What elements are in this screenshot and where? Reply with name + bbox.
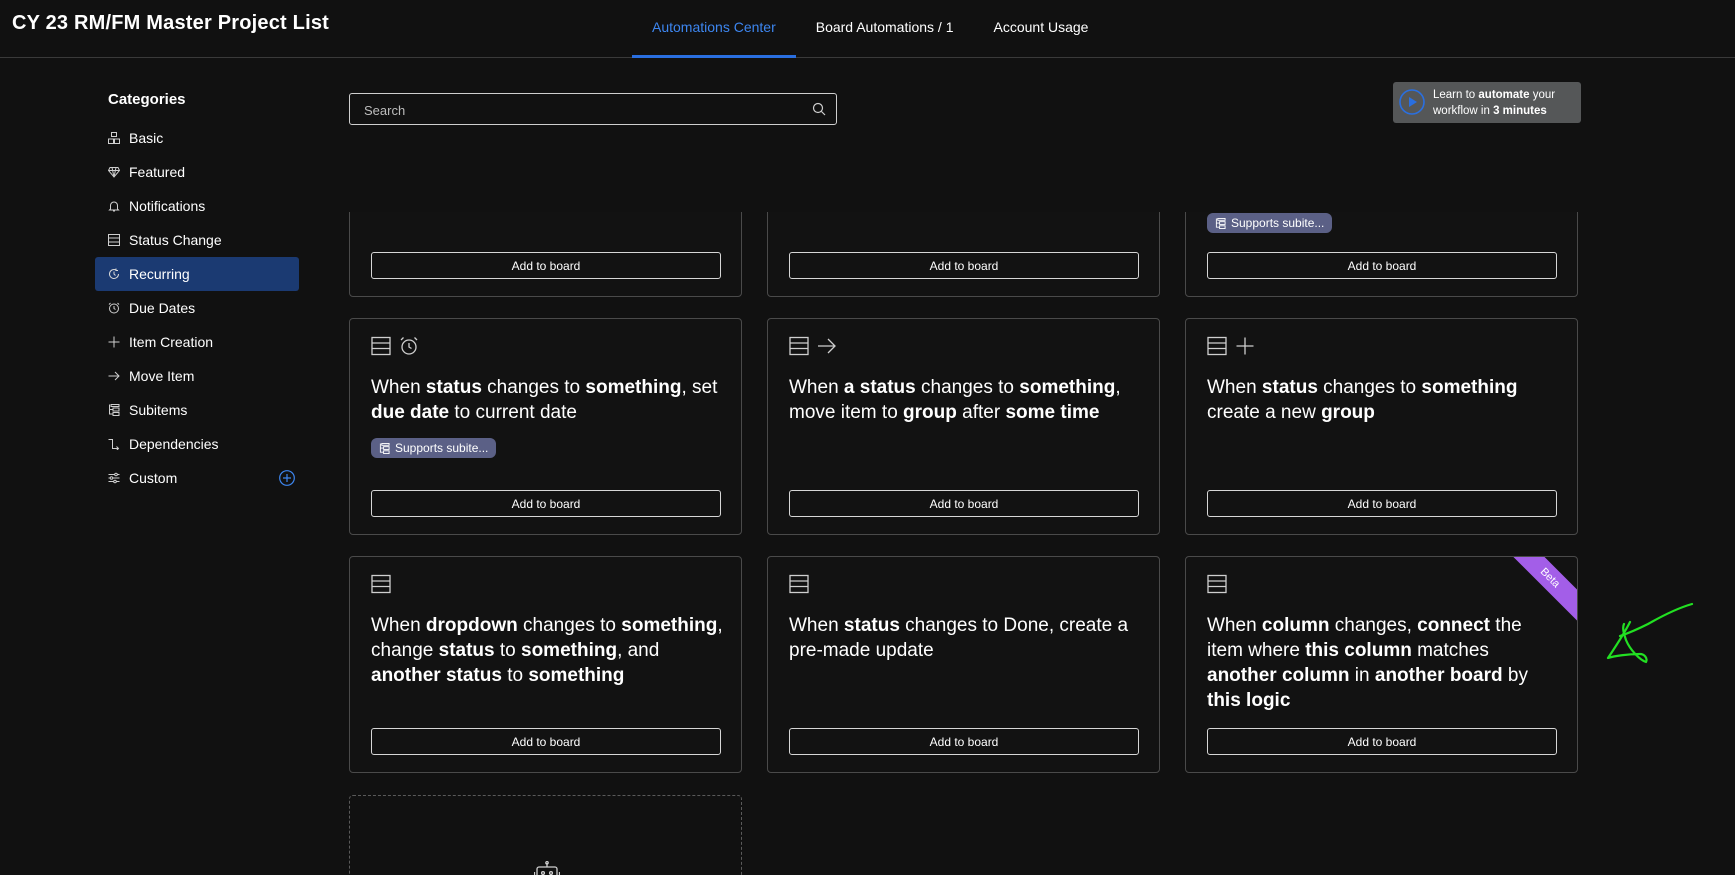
status-column-icon bbox=[371, 336, 391, 356]
sliders-icon bbox=[108, 472, 120, 484]
subitems-icon bbox=[108, 404, 120, 416]
add-to-board-button[interactable]: Add to board bbox=[1207, 490, 1557, 517]
category-label: Basic bbox=[129, 130, 164, 146]
status-column-icon bbox=[371, 574, 391, 594]
category-label: Custom bbox=[129, 470, 178, 486]
recipe-card: When status changes to something create … bbox=[1185, 318, 1578, 535]
add-to-board-button[interactable]: Add to board bbox=[1207, 728, 1557, 755]
status-column-icon bbox=[108, 234, 120, 246]
add-to-board-button[interactable]: Add to board bbox=[789, 728, 1139, 755]
recipe-icons bbox=[371, 574, 391, 594]
category-label: Due Dates bbox=[129, 300, 196, 316]
dependency-icon bbox=[108, 438, 120, 450]
custom-automation-card[interactable] bbox=[349, 795, 742, 875]
add-to-board-button[interactable]: Add to board bbox=[371, 728, 721, 755]
learn-video-widget[interactable]: Learn to automate your workflow in 3 min… bbox=[1393, 82, 1581, 123]
robot-icon bbox=[534, 861, 560, 875]
category-label: Subitems bbox=[129, 402, 188, 418]
plus-icon bbox=[108, 336, 120, 348]
category-label: Status Change bbox=[129, 232, 222, 248]
categories-sidebar: Categories Basic Featured Notifications … bbox=[95, 88, 299, 495]
recipe-icons bbox=[789, 574, 809, 594]
add-to-board-button[interactable]: Add to board bbox=[789, 490, 1139, 517]
annotation-scribble bbox=[1606, 602, 1694, 664]
recipe-icons bbox=[789, 336, 837, 356]
recipe-description: When status changes to Done, create a pr… bbox=[789, 615, 1129, 661]
category-label: Item Creation bbox=[129, 334, 214, 350]
category-notifications[interactable]: Notifications bbox=[95, 189, 299, 223]
category-due-dates[interactable]: Due Dates bbox=[95, 291, 299, 325]
bell-icon bbox=[108, 200, 120, 212]
recipe-description: When a status changes to something, move… bbox=[789, 377, 1121, 423]
recipe-description: When a status changes to something, crea… bbox=[789, 139, 1141, 185]
plus-icon bbox=[1236, 337, 1254, 355]
recipe-icons bbox=[1207, 574, 1227, 594]
category-label: Recurring bbox=[129, 266, 190, 282]
subitems-icon bbox=[1215, 217, 1226, 229]
category-label: Dependencies bbox=[129, 436, 219, 452]
recipe-description: When dropdown changes to something, chan… bbox=[371, 615, 723, 686]
category-move-item[interactable]: Move Item bbox=[95, 359, 299, 393]
category-label: Notifications bbox=[129, 198, 206, 214]
category-label: Featured bbox=[129, 164, 186, 180]
category-recurring[interactable]: Recurring bbox=[95, 257, 299, 291]
search-input[interactable] bbox=[362, 94, 796, 126]
recipe-card: When status changes to something, set du… bbox=[349, 318, 742, 535]
status-column-icon bbox=[789, 574, 809, 594]
add-to-board-button[interactable]: Add to board bbox=[371, 490, 721, 517]
arrow-right-icon bbox=[818, 338, 836, 354]
search-box[interactable] bbox=[349, 93, 837, 126]
automation-recipe-grid[interactable]: When status changes from something to so… bbox=[349, 0, 1579, 875]
add-to-board-button[interactable]: Add to board bbox=[1207, 252, 1557, 279]
category-label: Move Item bbox=[129, 368, 195, 384]
add-to-board-button[interactable]: Add to board bbox=[371, 252, 721, 279]
recurring-icon bbox=[108, 268, 120, 280]
alarm-icon bbox=[400, 337, 418, 355]
recipe-card: Beta When column changes, connect the it… bbox=[1185, 556, 1578, 773]
recipe-description: When status changes to something, set du… bbox=[371, 377, 718, 423]
arrow-right-icon bbox=[108, 370, 120, 382]
recipe-description: When column changes, connect the item wh… bbox=[1207, 615, 1528, 711]
alarm-icon bbox=[108, 302, 120, 314]
recipe-icons bbox=[371, 336, 419, 356]
blocks-icon bbox=[108, 132, 120, 144]
add-custom-button[interactable] bbox=[279, 470, 295, 486]
status-column-icon bbox=[789, 336, 809, 356]
diamond-icon bbox=[108, 166, 120, 178]
board-title: CY 23 RM/FM Master Project List bbox=[12, 12, 330, 34]
recipe-description: When status changes from something to so… bbox=[371, 139, 725, 185]
supports-subitems-badge: Supports subite... bbox=[371, 438, 497, 458]
status-column-icon bbox=[1207, 574, 1227, 594]
search-icon bbox=[812, 102, 826, 116]
category-dependencies[interactable]: Dependencies bbox=[95, 427, 299, 461]
status-column-icon bbox=[1207, 336, 1227, 356]
category-basic[interactable]: Basic bbox=[95, 121, 299, 155]
category-subitems[interactable]: Subitems bbox=[95, 393, 299, 427]
learn-text: Learn to automate your workflow in 3 min… bbox=[1433, 89, 1556, 117]
recipe-card: When status changes to Done, create a pr… bbox=[767, 556, 1160, 773]
category-featured[interactable]: Featured bbox=[95, 155, 299, 189]
categories-title: Categories bbox=[108, 91, 186, 108]
subitems-icon bbox=[379, 192, 390, 203]
supports-subitems-badge: Supports subite... bbox=[371, 187, 496, 207]
category-status-change[interactable]: Status Change bbox=[95, 223, 299, 257]
recipe-icons bbox=[1207, 336, 1255, 356]
supports-subitems-badge: Supports subite... bbox=[1207, 213, 1333, 233]
recipe-description: When status changes to something create … bbox=[1207, 377, 1518, 423]
subitems-icon bbox=[379, 442, 390, 454]
recipe-card: When dropdown changes to something, chan… bbox=[349, 556, 742, 773]
recipe-card: When a status changes to something, move… bbox=[767, 318, 1160, 535]
play-icon bbox=[1399, 89, 1425, 115]
category-item-creation[interactable]: Item Creation bbox=[95, 325, 299, 359]
add-to-board-button[interactable]: Add to board bbox=[789, 252, 1139, 279]
recipe-description: When status changes to something, set du… bbox=[1207, 139, 1557, 185]
category-custom[interactable]: Custom bbox=[95, 461, 299, 495]
